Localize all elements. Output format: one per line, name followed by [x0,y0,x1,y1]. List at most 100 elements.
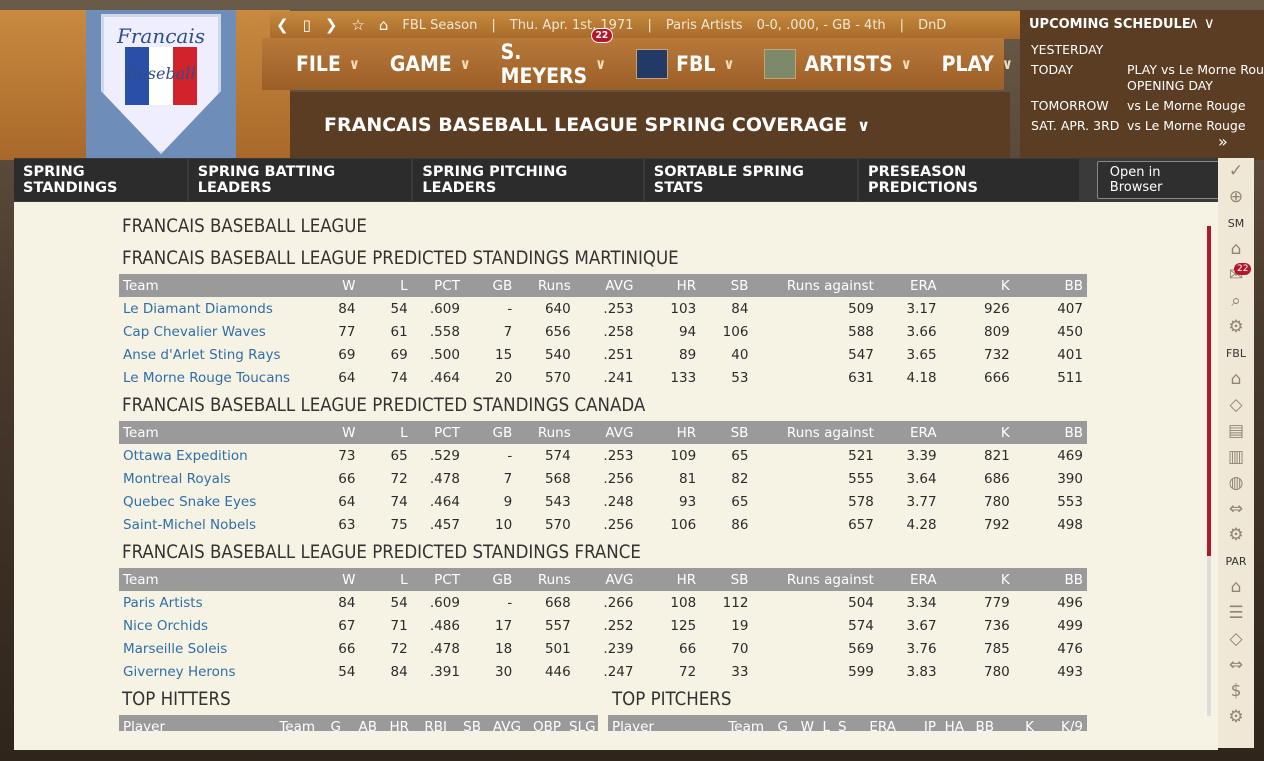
schedule-game[interactable]: PLAY vs Le Morne Rouge [1127,62,1264,78]
column-header[interactable]: BB [1013,274,1087,297]
column-header[interactable]: IP [900,715,940,731]
column-header[interactable]: G [319,715,345,731]
column-header[interactable]: Player [119,715,229,731]
search-icon[interactable]: ⌕ [1218,288,1254,314]
roster-icon[interactable]: ☰ [1218,600,1254,626]
column-header[interactable]: SB [451,715,485,731]
column-header[interactable]: ERA [877,274,941,297]
tab-spring-standings[interactable]: SPRING STANDINGS [14,159,187,201]
column-header[interactable]: GB [463,421,517,444]
column-header[interactable]: K [940,421,1014,444]
column-header[interactable]: L [818,715,834,731]
home-icon[interactable]: ⌂ [1218,574,1254,600]
column-header[interactable]: Runs against [752,274,878,297]
column-header[interactable]: AVG [574,421,638,444]
column-header[interactable]: W [328,421,360,444]
column-header[interactable]: S [834,715,850,731]
gear-icon[interactable]: ⚙ [1218,522,1254,548]
column-header[interactable]: W [792,715,818,731]
column-header[interactable]: GB [463,274,517,297]
star-icon[interactable]: ☆ [351,16,364,34]
team-link[interactable]: Paris Artists [119,591,328,614]
window-icon[interactable]: ▯ [303,16,311,34]
team-link[interactable]: Nice Orchids [119,614,328,637]
page-title-bar[interactable]: FRANCAIS BASEBALL LEAGUE SPRING COVERAGE… [290,92,1010,158]
scrollbar-thumb[interactable] [1207,226,1211,556]
column-header[interactable]: Team [229,715,319,731]
column-header[interactable]: SB [700,568,753,591]
menu-file[interactable]: FILE ∨ [296,52,360,76]
menu-play[interactable]: PLAY ∨ [942,52,1013,76]
column-header[interactable]: Runs against [752,568,878,591]
home-icon[interactable]: ⌂ [379,16,389,34]
team-link[interactable]: Giverney Herons [119,660,328,683]
transactions-icon[interactable]: ⇔ [1218,652,1254,678]
column-header[interactable]: W [328,568,360,591]
column-header[interactable]: G [768,715,792,731]
column-header[interactable]: Team [119,421,329,444]
column-header[interactable]: BB [1013,568,1087,591]
column-header[interactable]: OBP [525,715,565,731]
column-header[interactable]: W [328,274,360,297]
stats-chart-icon[interactable]: ▥ [1218,444,1254,470]
collapse-arrows-icon[interactable]: ∧ ∨ [1188,14,1215,32]
team-link[interactable]: Saint-Michel Nobels [119,513,328,536]
column-header[interactable]: Runs [516,274,575,297]
column-header[interactable]: L [359,274,412,297]
column-header[interactable]: SB [700,421,753,444]
team-name[interactable]: Paris Artists [666,18,743,33]
schedule-game[interactable]: vs Le Morne Rouge [1127,118,1246,133]
column-header[interactable]: K [998,715,1038,731]
column-header[interactable]: Player [608,715,718,731]
column-header[interactable]: SLG [565,715,598,731]
globe-icon[interactable]: ⊕ [1218,184,1254,210]
column-header[interactable]: PCT [411,274,464,297]
back-icon[interactable]: ❮ [276,16,289,34]
team-link[interactable]: Quebec Snake Eyes [119,490,328,513]
column-header[interactable]: BB [1013,421,1087,444]
column-header[interactable]: AVG [574,274,638,297]
mail-icon[interactable]: ✉ 22 [1218,262,1254,288]
more-schedule-icon[interactable]: » [1218,132,1228,151]
column-header[interactable]: Team [119,274,329,297]
menu-game[interactable]: GAME ∨ [390,52,471,76]
team-link[interactable]: Marseille Soleis [119,637,328,660]
column-header[interactable]: SB [700,274,753,297]
schedule-game[interactable]: vs Le Morne Rouge [1127,98,1246,113]
column-header[interactable]: K [940,274,1014,297]
column-header[interactable]: Runs against [752,421,878,444]
column-header[interactable]: Team [119,568,329,591]
open-in-browser-button[interactable]: Open in Browser [1096,161,1221,199]
gear-icon[interactable]: ⚙ [1218,704,1254,730]
column-header[interactable]: PCT [411,421,464,444]
column-header[interactable]: Runs [516,568,575,591]
tab-spring-batting-leaders[interactable]: SPRING BATTING LEADERS [188,159,412,201]
finance-icon[interactable]: $ [1218,678,1254,704]
dnd-label[interactable]: DnD [918,18,946,33]
menu-league[interactable]: FBL ∨ [636,49,734,79]
column-header[interactable]: PCT [411,568,464,591]
menu-manager[interactable]: S. MEYERS 22 ∨ [501,28,614,88]
column-header[interactable]: ERA [877,421,941,444]
forward-icon[interactable]: ❯ [325,16,338,34]
team-link[interactable]: Cap Chevalier Waves [119,320,328,343]
column-header[interactable]: K/9 [1038,715,1087,731]
column-header[interactable]: L [359,421,412,444]
diamond-icon[interactable]: ◇ [1218,392,1254,418]
column-header[interactable]: Runs [516,421,575,444]
column-header[interactable]: K [940,568,1014,591]
baseball-icon[interactable]: ◍ [1218,470,1254,496]
column-header[interactable]: ERA [877,568,941,591]
column-header[interactable]: GB [463,568,517,591]
column-header[interactable]: AVG [485,715,525,731]
tab-spring-pitching-leaders[interactable]: SPRING PITCHING LEADERS [413,159,643,201]
column-header[interactable]: HR [637,274,701,297]
tab-preseason-predictions[interactable]: PRESEASON PREDICTIONS [859,159,1079,201]
column-header[interactable]: Team [718,715,768,731]
news-icon[interactable]: ▤ [1218,418,1254,444]
home-icon[interactable]: ⌂ [1218,236,1254,262]
team-link[interactable]: Anse d'Arlet Sting Rays [119,343,328,366]
tab-sortable-spring-stats[interactable]: SORTABLE SPRING STATS [644,159,858,201]
check-icon[interactable]: ✓ [1218,158,1254,184]
vertical-scrollbar[interactable] [1205,212,1213,732]
